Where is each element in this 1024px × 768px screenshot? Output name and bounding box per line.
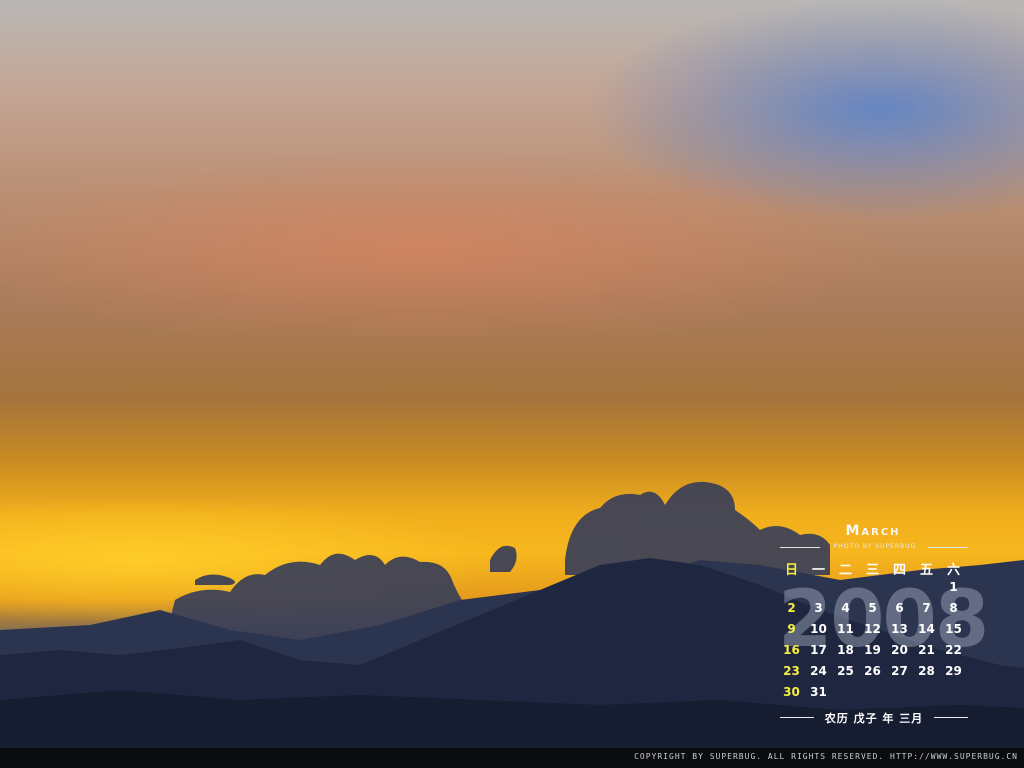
calendar-day: 13: [891, 622, 908, 636]
calendar-day: 24: [810, 664, 827, 678]
calendar-day: 30: [783, 685, 800, 699]
calendar-day: 23: [783, 664, 800, 678]
calendar-day: 5: [868, 601, 877, 615]
credit-row: PHOTO BY SUPERBUG: [780, 543, 968, 551]
calendar-day: 17: [810, 643, 827, 657]
calendar-day: 19: [864, 643, 881, 657]
calendar-day: 22: [945, 643, 962, 657]
calendar-day: 15: [945, 622, 962, 636]
calendar-day: 9: [787, 622, 796, 636]
calendar-day: 18: [837, 643, 854, 657]
calendar-day: 1: [949, 580, 958, 594]
calendar-day: 7: [922, 601, 931, 615]
calendar-day: 14: [918, 622, 935, 636]
credit-line-right: [928, 547, 968, 548]
calendar-day: 8: [949, 601, 958, 615]
lunar-line-right: [934, 717, 968, 718]
calendar-day: 27: [891, 664, 908, 678]
calendar-day: 31: [810, 685, 827, 699]
calendar-day: 6: [895, 601, 904, 615]
copyright-text: COPYRIGHT BY SUPERBUG. ALL RIGHTS RESERV…: [634, 752, 1018, 761]
calendar-day: 20: [891, 643, 908, 657]
calendar-day: 12: [864, 622, 881, 636]
calendar-day: 4: [841, 601, 850, 615]
calendar-month-title: March: [845, 523, 901, 539]
calendar-day: 29: [945, 664, 962, 678]
calendar-day: 25: [837, 664, 854, 678]
calendar-day: 10: [810, 622, 827, 636]
calendar-day: 26: [864, 664, 881, 678]
lunar-row: 农历 戊子 年 三月: [780, 710, 968, 725]
calendar-day: 11: [837, 622, 854, 636]
calendar-day: 28: [918, 664, 935, 678]
calendar-day: 21: [918, 643, 935, 657]
lunar-date: 农历 戊子 年 三月: [824, 712, 924, 725]
calendar-days-grid: 1 2 3 4 5 6 7 8 9 10 11 12 13 14 15 16 17 18 19 20 21 22 23 24 2…: [778, 580, 968, 705]
calendar-widget: March PHOTO BY SUPERBUG 日 一 二 三 四 五 六 20…: [778, 520, 989, 730]
calendar-day: 3: [814, 601, 823, 615]
calendar-day: 2: [787, 601, 796, 615]
calendar-day: 16: [783, 643, 800, 657]
